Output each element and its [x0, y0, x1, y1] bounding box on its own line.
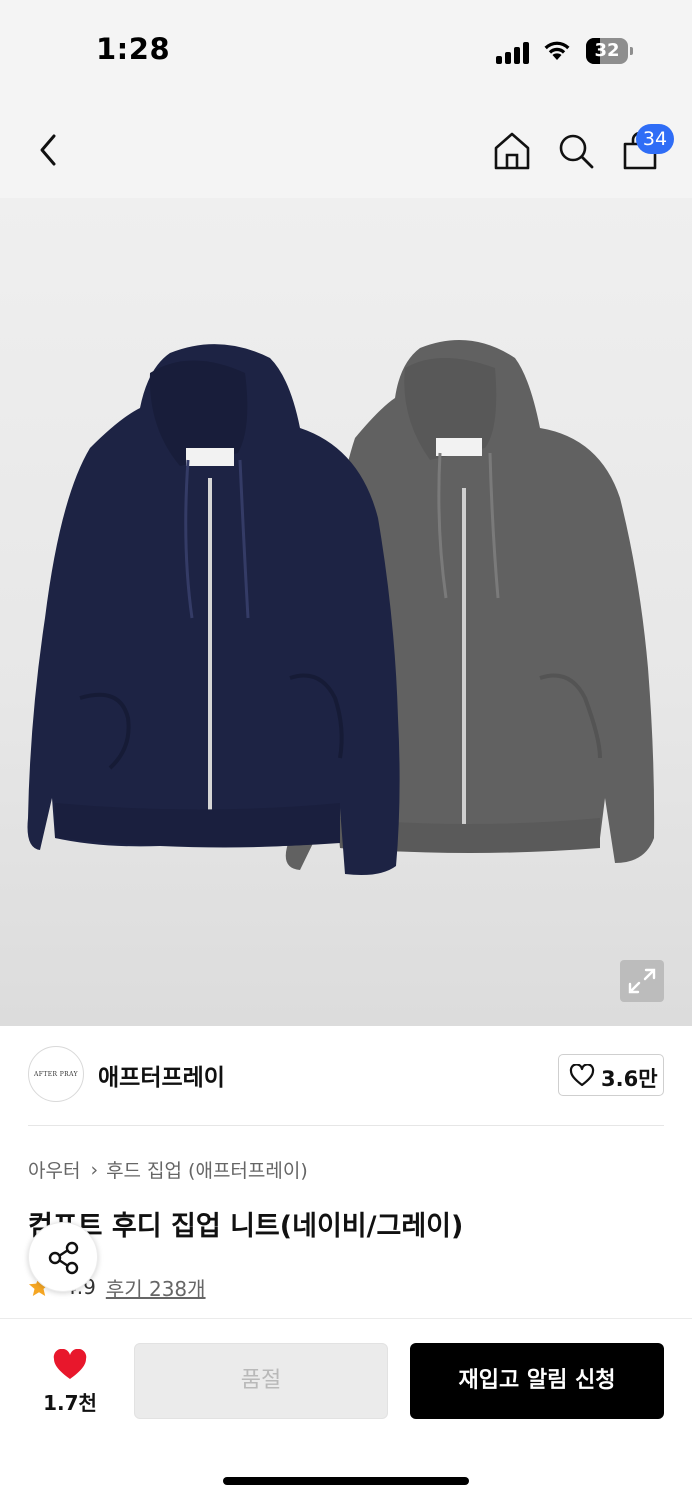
- product-image[interactable]: [0, 198, 692, 1026]
- cart-count-badge: 34: [636, 124, 674, 154]
- share-icon: [48, 1241, 79, 1275]
- share-button[interactable]: [28, 1222, 98, 1292]
- breadcrumb-item-hoodie-zipup[interactable]: 후드 집업 (애프터프레이): [106, 1156, 308, 1183]
- brand-name[interactable]: 애프터프레이: [98, 1058, 225, 1092]
- product-title: 컴포트 후디 집업 니트(네이비/그레이): [28, 1211, 464, 1242]
- bottom-action-bar: 1.7천 품절 재입고 알림 신청: [0, 1318, 692, 1500]
- brand-logo[interactable]: AFTER PRAY: [28, 1046, 84, 1102]
- divider: [28, 1125, 664, 1126]
- heart-outline-icon: [569, 1064, 595, 1087]
- navy-hoodie: [27, 344, 400, 876]
- battery-icon: 32: [586, 38, 633, 64]
- chevron-right-icon: ›: [90, 1158, 99, 1181]
- nav-bar: 34: [0, 100, 692, 198]
- battery-level: 32: [594, 40, 620, 61]
- expand-image-button[interactable]: [620, 960, 664, 1002]
- breadcrumb: 아우터 › 후드 집업 (애프터프레이): [28, 1156, 308, 1183]
- search-icon[interactable]: [556, 130, 596, 172]
- home-icon[interactable]: [492, 130, 532, 172]
- breadcrumb-item-outer[interactable]: 아우터: [28, 1156, 80, 1183]
- status-bar: 1:28 32: [0, 0, 692, 100]
- wish-count: 1.7천: [43, 1391, 97, 1415]
- home-indicator: [223, 1477, 469, 1485]
- back-icon[interactable]: [30, 128, 70, 172]
- restock-alert-button[interactable]: 재입고 알림 신청: [410, 1343, 664, 1419]
- status-time: 1:28: [96, 32, 171, 66]
- brand-row: AFTER PRAY 애프터프레이 3.6만: [0, 1026, 692, 1126]
- brand-like-button[interactable]: 3.6만: [558, 1054, 664, 1096]
- expand-icon: [628, 968, 656, 994]
- signal-icon: [496, 40, 532, 64]
- soldout-button: 품절: [134, 1343, 388, 1419]
- brand-like-count: 3.6만: [601, 1067, 658, 1091]
- wifi-icon: [544, 41, 570, 60]
- hoodie-illustration: [27, 340, 655, 876]
- brand-logo-text: AFTER PRAY: [34, 1070, 78, 1078]
- review-count-link[interactable]: 후기 238개: [106, 1273, 206, 1302]
- heart-filled-icon[interactable]: [52, 1349, 88, 1381]
